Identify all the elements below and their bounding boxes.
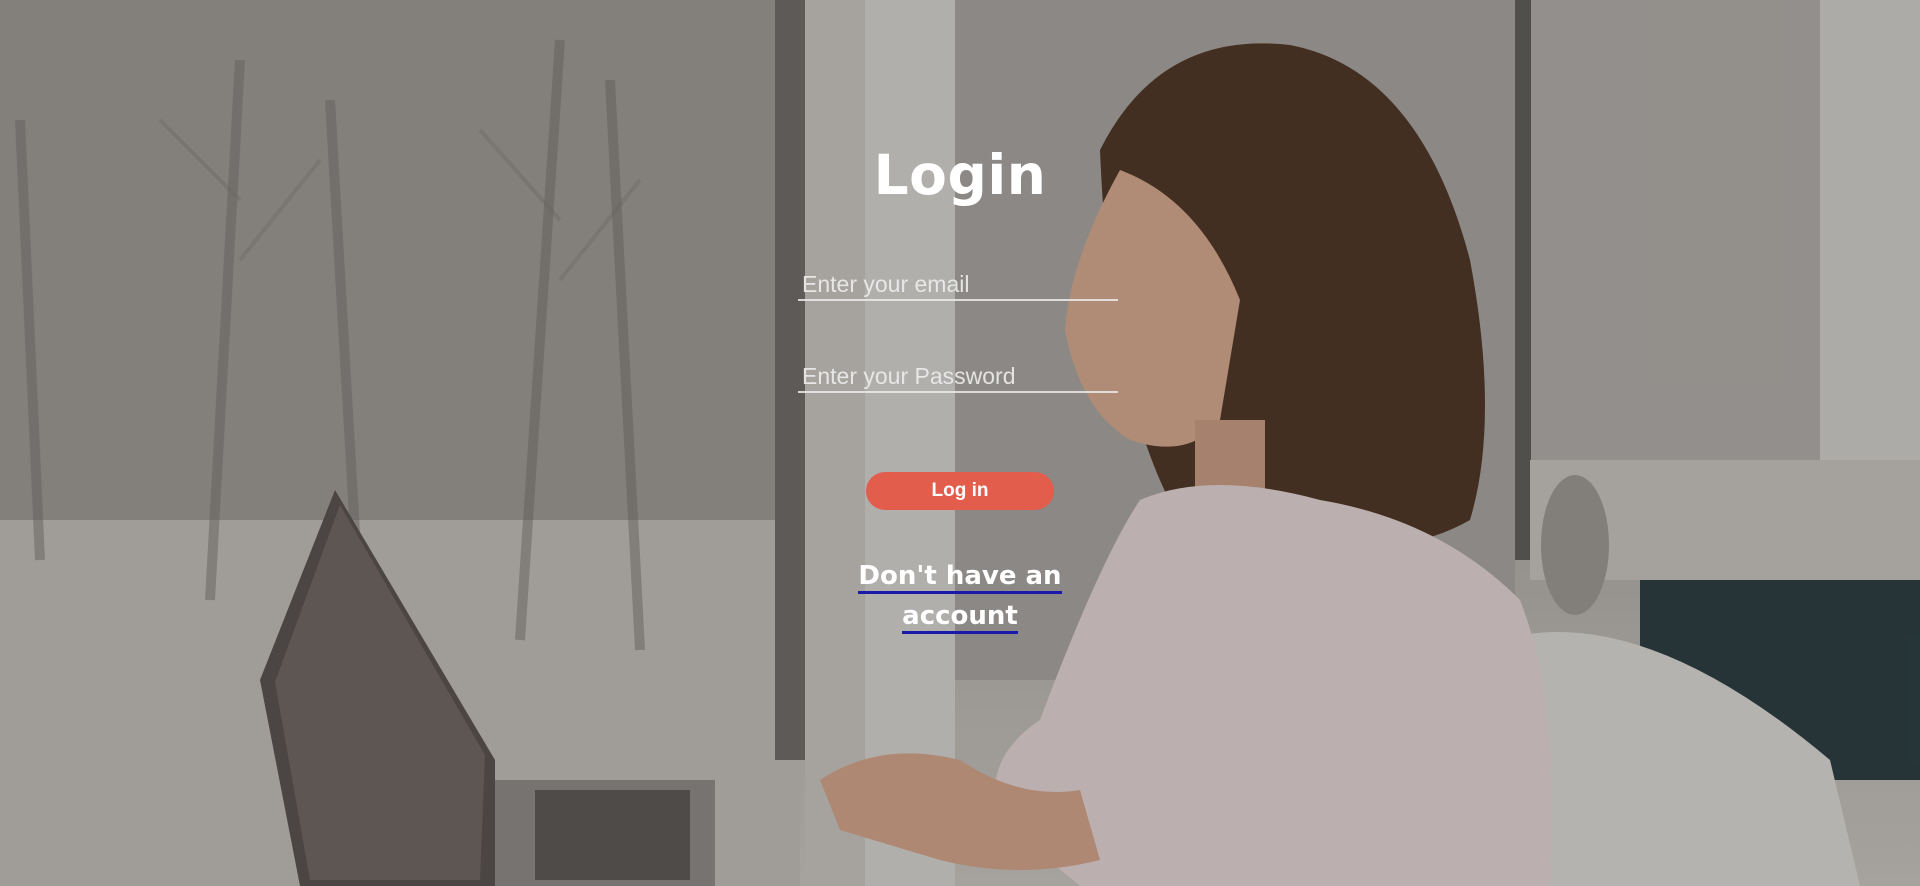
login-button[interactable]: Log in — [866, 472, 1054, 510]
password-field[interactable] — [798, 361, 1118, 393]
email-field[interactable] — [798, 269, 1118, 301]
background-dim-overlay — [0, 0, 1920, 886]
signup-link[interactable]: Don't have an account — [798, 556, 1122, 636]
signup-link-label: Don't have an account — [858, 561, 1062, 634]
page-title: Login — [873, 143, 1047, 207]
background-photo — [0, 0, 1920, 886]
